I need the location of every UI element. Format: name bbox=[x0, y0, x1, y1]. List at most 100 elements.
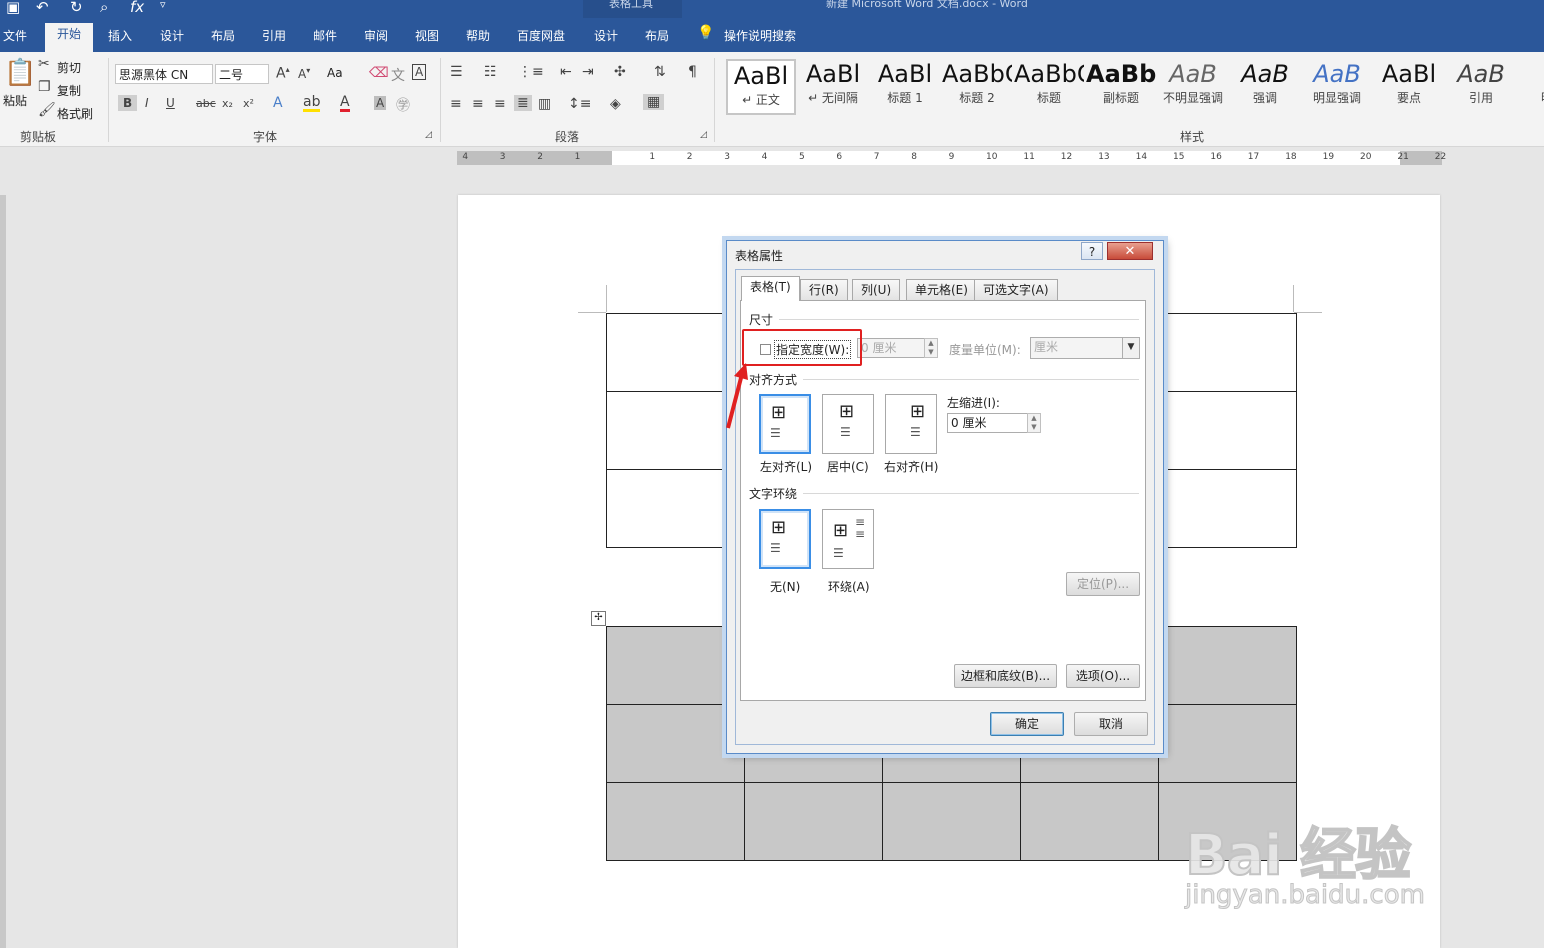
style-item[interactable]: AaB 不明显强调 bbox=[1158, 59, 1228, 115]
shading-icon[interactable]: ◈ bbox=[610, 96, 621, 112]
tab-review[interactable]: 审阅 bbox=[364, 27, 388, 44]
style-item[interactable]: AaBbC 标题 2 bbox=[942, 59, 1012, 115]
grow-font-icon[interactable]: A▴ bbox=[276, 65, 290, 82]
save-icon[interactable]: ▣ bbox=[6, 0, 20, 16]
tab-table[interactable]: 表格(T) bbox=[741, 276, 800, 301]
table-cell[interactable] bbox=[744, 782, 883, 861]
wrap-around-label[interactable]: 环绕(A) bbox=[828, 578, 870, 595]
table-cell[interactable] bbox=[1158, 704, 1297, 783]
table-cell[interactable] bbox=[606, 469, 745, 548]
show-marks-icon[interactable]: ¶ bbox=[688, 64, 697, 80]
style-item[interactable]: AaB 强调 bbox=[1230, 59, 1300, 115]
tab-view[interactable]: 视图 bbox=[415, 27, 439, 44]
asian-layout-icon[interactable]: ✣ bbox=[614, 64, 626, 80]
redo-icon[interactable]: ↻ bbox=[70, 0, 83, 16]
align-center-label[interactable]: 居中(C) bbox=[827, 458, 869, 475]
table-cell[interactable] bbox=[1158, 469, 1297, 548]
wrap-around-option[interactable]: ⊞ ≡ ≡ ☰ bbox=[822, 509, 874, 569]
tab-file[interactable]: 文件 bbox=[3, 27, 27, 44]
font-name-combo[interactable]: 思源黑体 CN bbox=[115, 64, 213, 84]
tab-design[interactable]: 设计 bbox=[160, 27, 184, 44]
tab-table-design[interactable]: 设计 bbox=[594, 27, 618, 44]
sort-icon[interactable]: ⇅ bbox=[654, 64, 666, 80]
cut-button[interactable]: 剪切 bbox=[57, 59, 81, 76]
tab-table-layout[interactable]: 布局 bbox=[645, 27, 669, 44]
style-item[interactable]: AaBl ↵ 无间隔 bbox=[798, 59, 868, 115]
copy-icon[interactable]: ❐ bbox=[38, 79, 51, 95]
underline-icon[interactable]: U bbox=[166, 96, 175, 110]
indent-input[interactable]: 0 厘米 bbox=[947, 413, 1029, 433]
align-left-label[interactable]: 左对齐(L) bbox=[760, 458, 812, 475]
font-color-icon[interactable]: A bbox=[340, 95, 350, 112]
style-item[interactable]: AaBbC 标题 bbox=[1014, 59, 1084, 115]
style-item[interactable]: A明显 bbox=[1518, 59, 1544, 115]
indent-spinner[interactable]: ▲ ▼ bbox=[1027, 413, 1041, 433]
unit-select[interactable]: 厘米 ▼ bbox=[1030, 337, 1140, 359]
char-border-icon[interactable]: A bbox=[412, 64, 427, 80]
table-cell[interactable] bbox=[1158, 626, 1297, 705]
table-cell[interactable] bbox=[606, 782, 745, 861]
clear-format-icon[interactable]: ⌫ bbox=[369, 65, 389, 81]
borders-icon[interactable]: ▦ bbox=[643, 94, 665, 110]
chevron-down-icon[interactable]: ▼ bbox=[1122, 338, 1139, 358]
style-item[interactable]: AaBl ↵ 正文 bbox=[726, 59, 796, 115]
shrink-font-icon[interactable]: A▾ bbox=[298, 66, 310, 81]
paste-icon[interactable]: 📋 bbox=[4, 58, 36, 88]
change-case-button[interactable]: Aa bbox=[327, 66, 343, 80]
superscript-icon[interactable]: x² bbox=[243, 97, 254, 110]
strikethrough-icon[interactable]: abc bbox=[196, 97, 216, 110]
borders-shading-button[interactable]: 边框和底纹(B)... bbox=[954, 664, 1057, 688]
style-item[interactable]: AaB 引用 bbox=[1446, 59, 1516, 115]
numbering-icon[interactable]: ☷ bbox=[484, 64, 497, 80]
vertical-ruler[interactable] bbox=[0, 195, 6, 948]
tab-home[interactable]: 开始 bbox=[45, 23, 94, 52]
font-size-combo[interactable]: 二号 bbox=[215, 64, 269, 84]
align-right-label[interactable]: 右对齐(H) bbox=[884, 458, 938, 475]
help-button[interactable]: ? bbox=[1081, 242, 1103, 260]
char-shading-icon[interactable]: A bbox=[374, 96, 387, 110]
table-cell[interactable] bbox=[882, 782, 1021, 861]
bullets-icon[interactable]: ☰ bbox=[450, 64, 463, 80]
decrease-indent-icon[interactable]: ⇤ bbox=[560, 64, 572, 80]
wrap-none-option[interactable]: ⊞ ☰ bbox=[759, 509, 811, 569]
justify-icon[interactable]: ≣ bbox=[514, 95, 532, 111]
positioning-button[interactable]: 定位(P)... bbox=[1066, 572, 1140, 596]
table-cell[interactable] bbox=[606, 704, 745, 783]
bold-icon[interactable]: B bbox=[118, 95, 138, 111]
customize-qat-icon[interactable]: ▿ bbox=[160, 0, 166, 11]
tab-baidu-netdisk[interactable]: 百度网盘 bbox=[517, 27, 565, 44]
tab-column[interactable]: 列(U) bbox=[852, 279, 901, 300]
align-right-icon[interactable]: ≡ bbox=[494, 96, 506, 112]
align-left-option[interactable]: ⊞ ☰ bbox=[759, 394, 811, 454]
close-button[interactable]: ✕ bbox=[1107, 242, 1153, 260]
align-center-icon[interactable]: ≡ bbox=[472, 96, 484, 112]
distributed-icon[interactable]: ▥ bbox=[538, 96, 551, 112]
table-move-handle-icon[interactable]: ✢ bbox=[591, 611, 606, 626]
undo-icon[interactable]: ↶ bbox=[36, 0, 49, 16]
paragraph-dialog-launcher-icon[interactable]: ◿ bbox=[700, 130, 707, 140]
print-preview-icon[interactable]: ⌕ bbox=[100, 0, 108, 16]
tab-references[interactable]: 引用 bbox=[262, 27, 286, 44]
style-item[interactable]: AaBl 标题 1 bbox=[870, 59, 940, 115]
increase-indent-icon[interactable]: ⇥ bbox=[582, 64, 594, 80]
multilevel-list-icon[interactable]: ⋮≡ bbox=[518, 64, 544, 80]
style-item[interactable]: AaBl 要点 bbox=[1374, 59, 1444, 115]
format-painter-button[interactable]: 格式刷 bbox=[57, 105, 93, 122]
wrap-none-label[interactable]: 无(N) bbox=[770, 578, 800, 595]
tab-help[interactable]: 帮助 bbox=[466, 27, 490, 44]
align-right-option[interactable]: ⊞ ☰ bbox=[885, 394, 937, 454]
cut-icon[interactable]: ✂ bbox=[38, 56, 50, 72]
table-cell[interactable] bbox=[606, 626, 745, 705]
style-item[interactable]: AaB 明显强调 bbox=[1302, 59, 1372, 115]
options-button[interactable]: 选项(O)... bbox=[1066, 664, 1140, 688]
tell-me-search[interactable]: 操作说明搜索 bbox=[724, 27, 796, 44]
table-cell[interactable] bbox=[1020, 782, 1159, 861]
subscript-icon[interactable]: x₂ bbox=[222, 97, 233, 110]
ok-button[interactable]: 确定 bbox=[990, 712, 1064, 736]
italic-icon[interactable]: I bbox=[145, 96, 149, 110]
width-input[interactable]: 0 厘米 bbox=[857, 338, 927, 358]
font-dialog-launcher-icon[interactable]: ◿ bbox=[425, 130, 432, 140]
align-center-option[interactable]: ⊞ ☰ bbox=[822, 394, 874, 454]
paste-label[interactable]: 粘贴 bbox=[3, 92, 27, 109]
tab-cell[interactable]: 单元格(E) bbox=[906, 279, 977, 300]
